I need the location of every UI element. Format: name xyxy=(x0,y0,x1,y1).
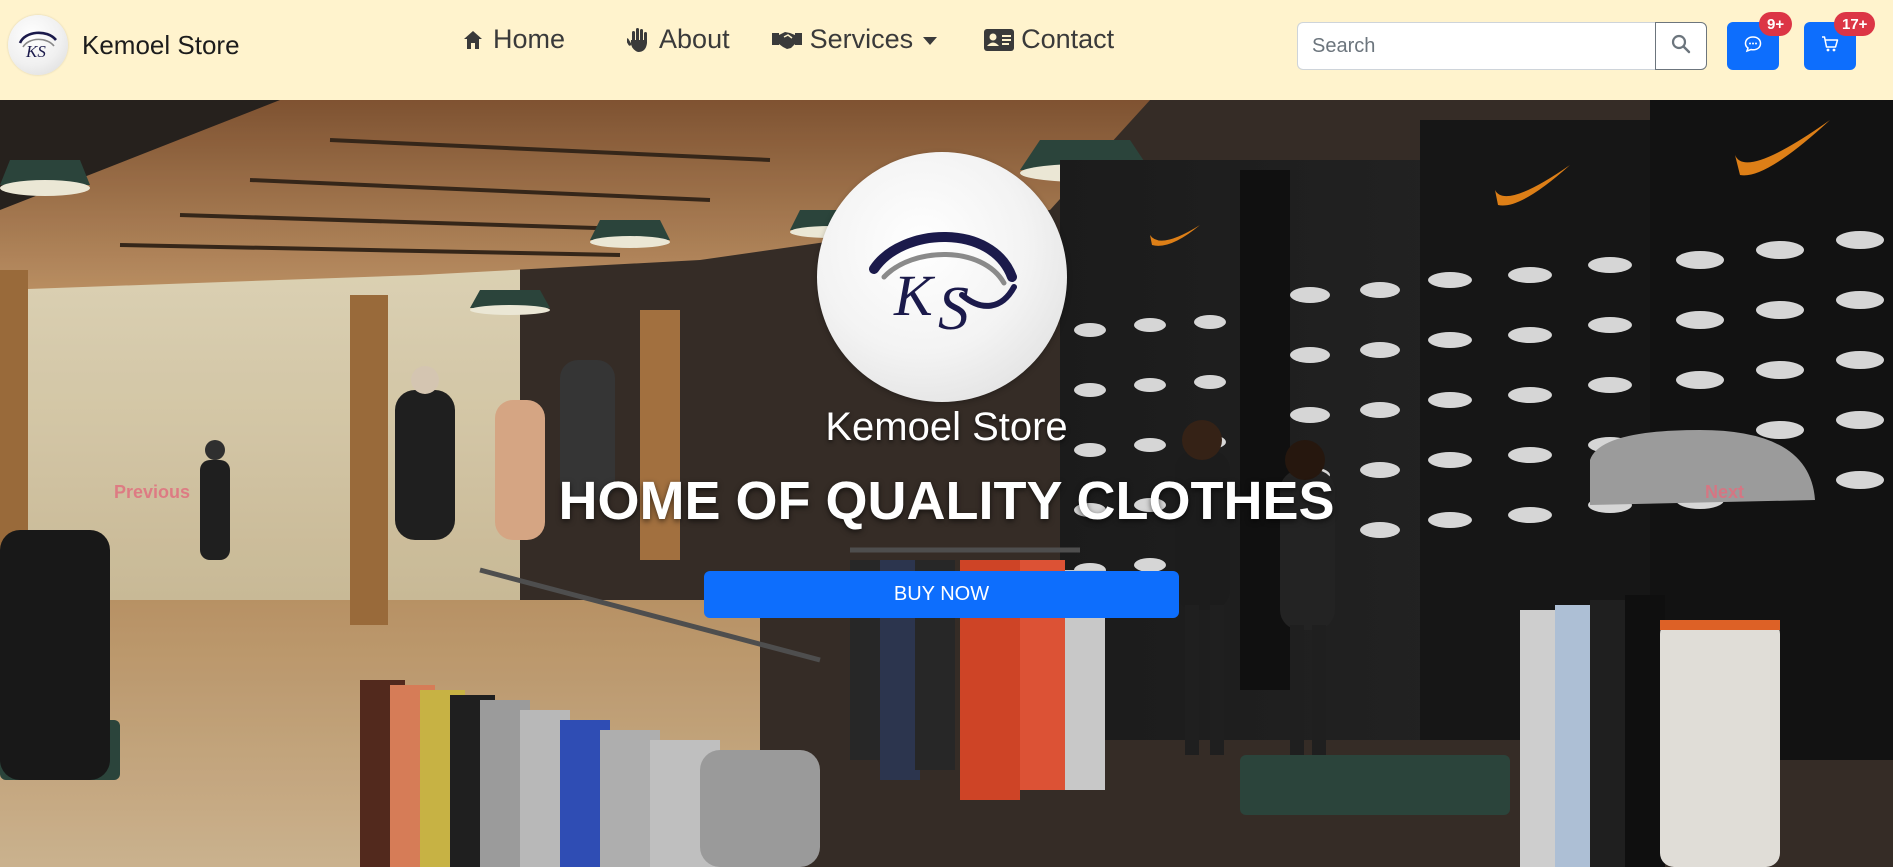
hero-carousel: K S Kemoel Store HOME OF QUALITY CLOTHES… xyxy=(0,100,1893,867)
search-icon xyxy=(1671,34,1691,59)
svg-text:KS: KS xyxy=(25,42,46,61)
hand-icon xyxy=(625,26,653,54)
brand[interactable]: KS Kemoel Store xyxy=(8,15,240,75)
nav-home-label: Home xyxy=(493,24,566,54)
cart-badge: 17+ xyxy=(1834,12,1876,36)
id-card-icon xyxy=(983,26,1015,54)
nav-home[interactable]: Home xyxy=(459,24,565,55)
nav-links: Home About Services Contact xyxy=(459,24,1114,55)
cart-button[interactable]: 17+ xyxy=(1804,12,1876,70)
chat-icon xyxy=(1744,35,1762,58)
brand-name[interactable]: Kemoel Store xyxy=(82,30,240,61)
search-form xyxy=(1297,22,1707,70)
carousel-next-button[interactable]: Next xyxy=(1705,482,1744,503)
brand-logo[interactable]: KS xyxy=(8,15,68,75)
messages-button[interactable]: 9+ xyxy=(1727,12,1793,70)
carousel-prev-button[interactable]: Previous xyxy=(114,482,190,503)
nav-about-label: About xyxy=(659,24,730,54)
nav-about[interactable]: About xyxy=(625,24,730,55)
svg-text:K: K xyxy=(893,263,936,328)
house-icon xyxy=(459,26,487,54)
nav-services-label: Services xyxy=(809,24,914,54)
hero-subtitle: Kemoel Store xyxy=(825,405,1068,449)
nav-contact-label: Contact xyxy=(1021,24,1115,54)
buy-now-button[interactable]: BUY NOW xyxy=(704,571,1179,618)
nav-contact[interactable]: Contact xyxy=(983,24,1114,55)
hero-logo: K S xyxy=(817,152,1067,402)
cart-icon xyxy=(1821,35,1839,58)
chevron-down-icon xyxy=(923,36,938,45)
navbar: KS Kemoel Store Home About Services Cont… xyxy=(0,0,1893,100)
search-input[interactable] xyxy=(1297,22,1655,70)
nav-services-dropdown[interactable]: Services xyxy=(770,24,938,55)
messages-badge: 9+ xyxy=(1759,12,1793,36)
search-button[interactable] xyxy=(1655,22,1707,70)
svg-text:S: S xyxy=(938,275,969,337)
hero-title: HOME OF QUALITY CLOTHES xyxy=(558,471,1335,531)
handshake-icon xyxy=(770,26,804,54)
